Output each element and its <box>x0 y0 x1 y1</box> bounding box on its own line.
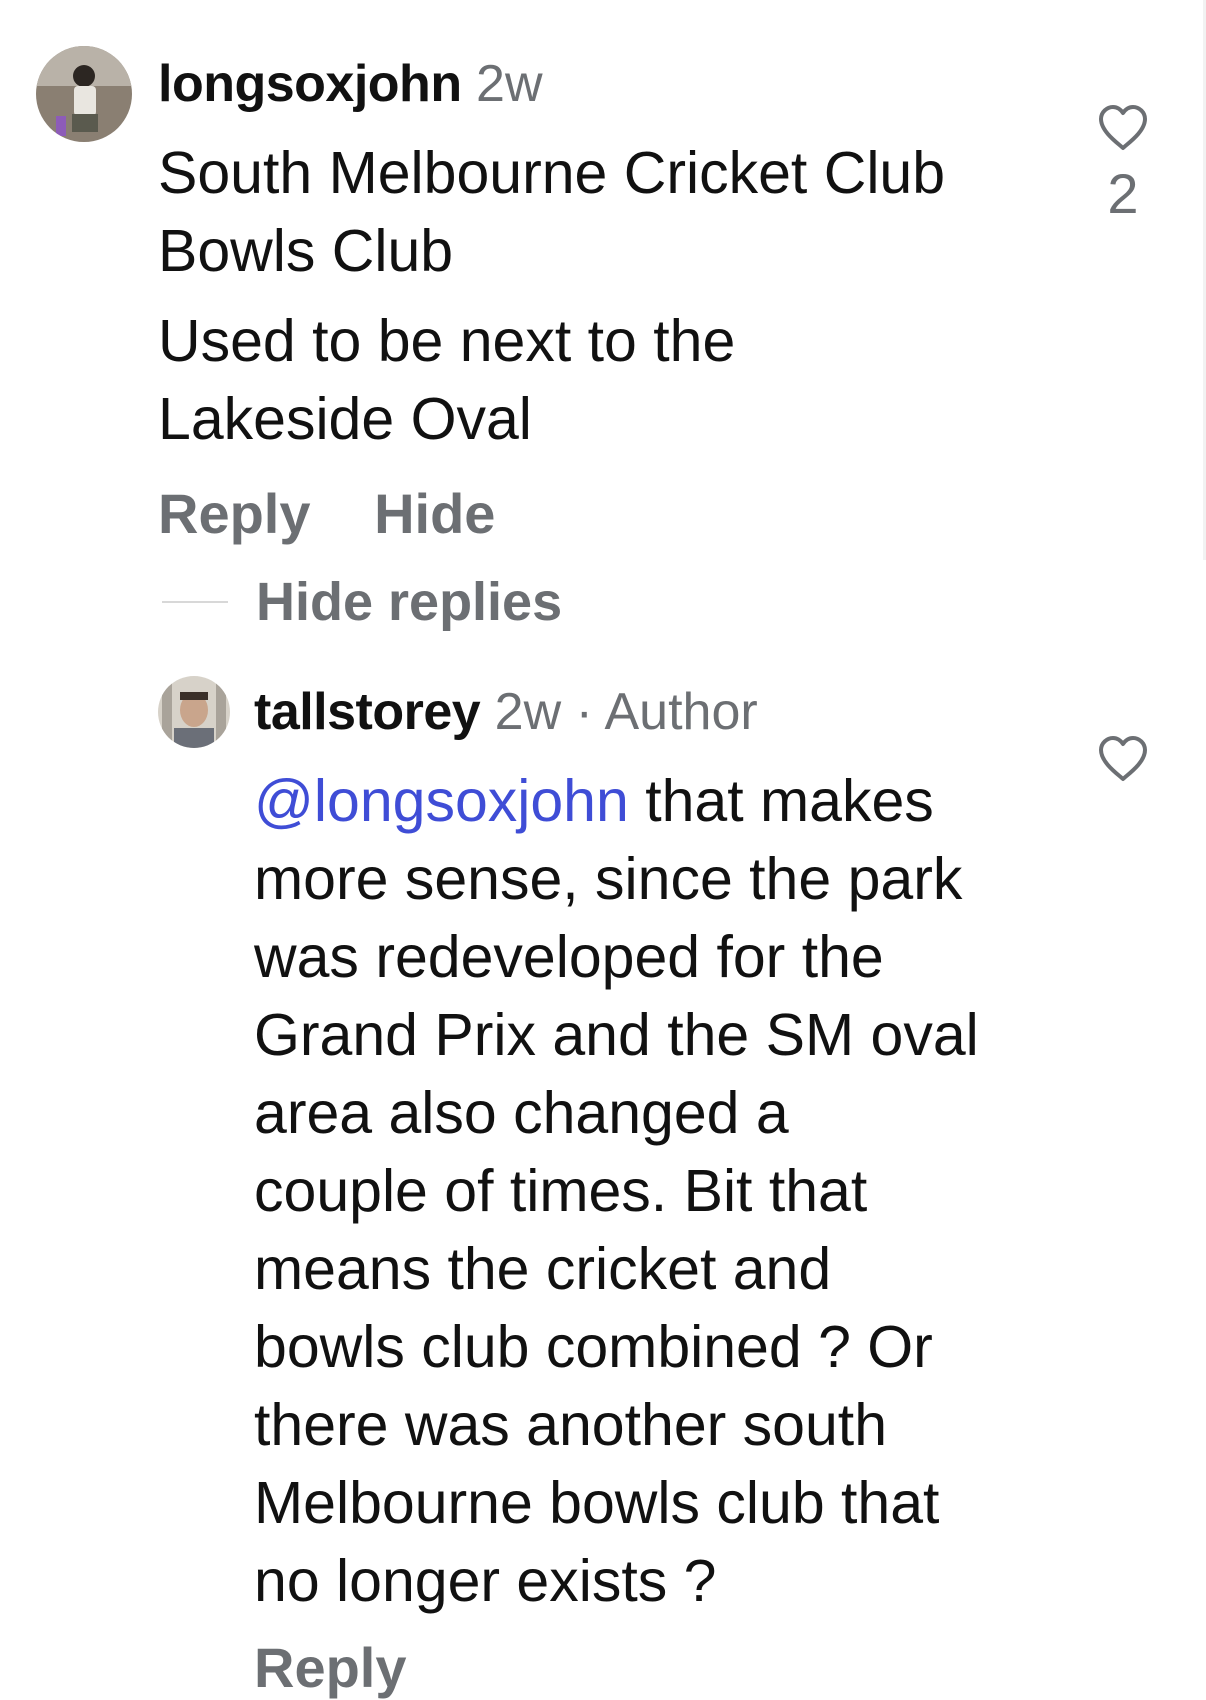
comment-line: area also changed a <box>254 1080 789 1146</box>
comment-line: couple of times. Bit that <box>254 1158 868 1224</box>
comment-actions: Reply <box>254 1636 455 1700</box>
replies-divider <box>162 601 228 603</box>
avatar-image <box>36 46 132 142</box>
mention-link[interactable]: @longsoxjohn <box>254 768 629 834</box>
comment-line: there was another south <box>254 1392 888 1458</box>
comment-body: @longsoxjohn that makes more sense, sinc… <box>254 762 979 1620</box>
comment-actions: Reply Hide <box>158 482 543 546</box>
comment-line: Grand Prix and the SM oval <box>254 1002 979 1068</box>
comment-line: bowls club combined ? Or <box>254 1314 933 1380</box>
comment-line: @longsoxjohn that makes <box>254 762 979 840</box>
username[interactable]: tallstorey <box>254 683 481 741</box>
username[interactable]: longsoxjohn <box>158 55 462 113</box>
avatar-image <box>158 676 230 748</box>
hide-replies-button[interactable]: Hide replies <box>256 570 562 634</box>
comment-line: means the cricket and <box>254 1236 832 1302</box>
comment-author-line: tallstorey 2w · Author <box>254 682 758 742</box>
reply-button[interactable]: Reply <box>254 1636 407 1699</box>
comment-line: Bowls Club <box>158 218 454 284</box>
comment-line: Melbourne bowls club that <box>254 1470 940 1536</box>
comment-body: South Melbourne Cricket Club Bowls Club … <box>158 134 945 458</box>
like-button[interactable]: 2 <box>1078 104 1168 226</box>
comment-line: no longer exists ? <box>254 1548 717 1614</box>
comment-line: South Melbourne Cricket Club <box>158 140 946 206</box>
like-button[interactable] <box>1078 735 1168 783</box>
timestamp: 2w <box>476 55 543 113</box>
comment-author-line: longsoxjohn 2w <box>158 54 543 114</box>
hide-button[interactable]: Hide <box>374 482 495 545</box>
comment-line: Used to be next to the <box>158 308 736 374</box>
avatar[interactable] <box>158 676 230 748</box>
avatar[interactable] <box>36 46 132 142</box>
comment-line: Lakeside Oval <box>158 386 532 452</box>
like-count: 2 <box>1107 162 1139 225</box>
heart-outline-icon <box>1099 105 1147 150</box>
reply-button[interactable]: Reply <box>158 482 311 545</box>
comment-line: more sense, since the park <box>254 846 963 912</box>
heart-outline-icon <box>1099 736 1147 781</box>
timestamp-author-badge: 2w · Author <box>494 683 758 741</box>
comment-text: that makes <box>628 768 934 834</box>
comment-line: was redeveloped for the <box>254 924 884 990</box>
